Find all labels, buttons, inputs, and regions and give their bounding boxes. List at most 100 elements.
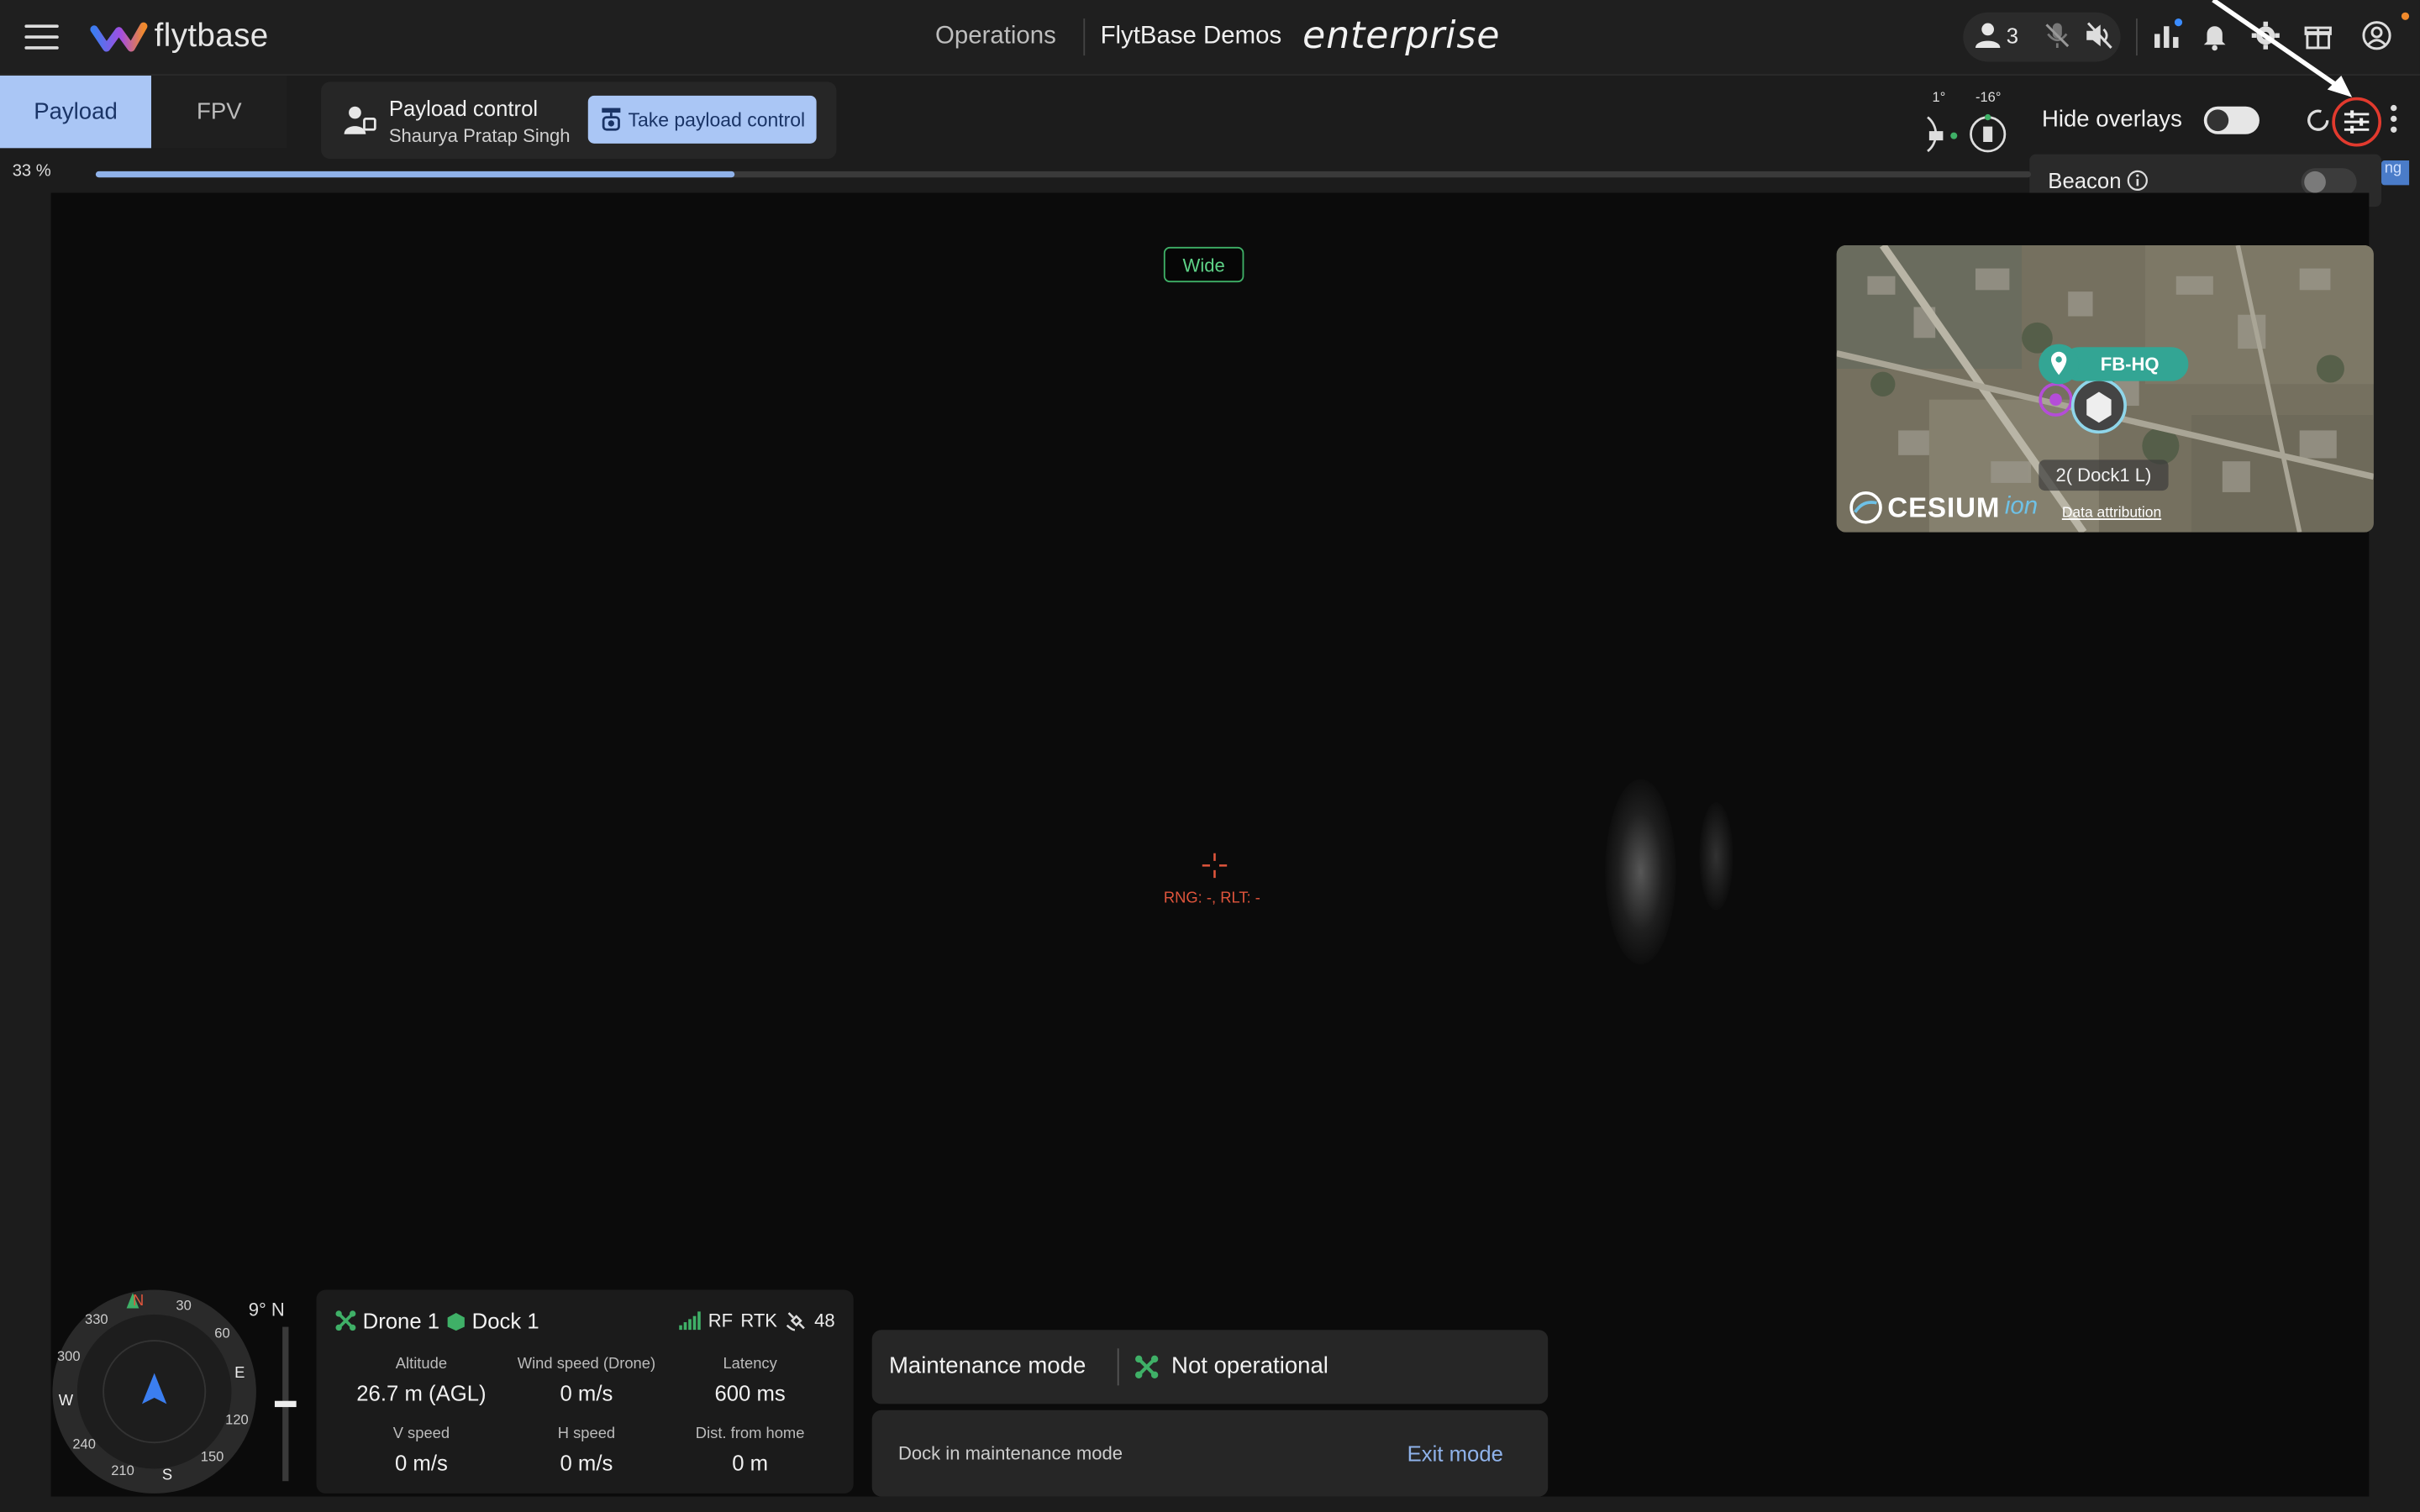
telemetry-value: 0 m/s: [394, 1450, 448, 1475]
speaker-off-icon[interactable]: [2084, 20, 2115, 51]
thermal-blob: [1699, 802, 1733, 911]
data-attribution-link[interactable]: Data attribution: [2062, 505, 2161, 522]
maintenance-title: Maintenance mode: [888, 1352, 1086, 1380]
maintenance-divider: [1117, 1348, 1119, 1386]
users-button[interactable]: 3: [1974, 22, 2018, 48]
logo[interactable]: flytbase: [90, 17, 269, 57]
crosshair-icon: [1202, 853, 1228, 879]
maintenance-header: Maintenance mode Not operational: [871, 1330, 1549, 1404]
hide-overlays-label: Hide overlays: [2041, 106, 2182, 133]
cesium-icon: [1849, 491, 1882, 524]
gimbal-pitch: 1°: [1932, 89, 1946, 105]
telemetry-value: 0 m/s: [560, 1450, 613, 1475]
flytbase-logo-icon: [90, 22, 148, 52]
range-readout: RNG: -, RLT: -: [1163, 890, 1260, 907]
telemetry-key: Dist. from home: [695, 1425, 805, 1443]
beacon-label: Beacon: [2048, 168, 2122, 193]
lens-wide-button[interactable]: Wide: [1163, 246, 1244, 283]
telemetry-wind: Wind speed (Drone) 0 m/s: [502, 1356, 671, 1405]
camera-pitch-icon: [1927, 116, 1958, 153]
compass-e: E: [234, 1365, 245, 1383]
telemetry-value: 0 m: [732, 1450, 769, 1475]
compass-n: N: [132, 1293, 145, 1310]
clipped-tag[interactable]: ng: [2381, 160, 2410, 186]
compass-s: S: [161, 1467, 173, 1484]
telemetry-key: H speed: [557, 1425, 616, 1443]
view-tabs: Payload FPV: [0, 75, 287, 149]
drone-icon: [1135, 1354, 1159, 1378]
account-icon[interactable]: [2361, 20, 2392, 51]
telemetry-vspeed: V speed 0 m/s: [336, 1425, 506, 1475]
progress-bar: [95, 171, 2032, 178]
beacon-label-group: Beacon: [2048, 168, 2149, 193]
telemetry-key: Altitude: [395, 1356, 448, 1373]
nav-operations[interactable]: Operations: [935, 24, 1056, 51]
top-bar: flytbase Operations FlytBase Demos enter…: [0, 0, 2420, 76]
heading-readout: 9° N: [248, 1299, 285, 1321]
users-icon: [1975, 23, 2001, 48]
more-options-icon[interactable]: [2391, 104, 2397, 136]
telemetry-latency: Latency 600 ms: [666, 1356, 835, 1405]
dock-icon: [447, 1312, 465, 1331]
org-name[interactable]: FlytBase Demos: [1101, 24, 1282, 51]
telemetry-key: V speed: [392, 1425, 450, 1443]
annotation-arrow: [2212, 0, 2353, 97]
take-payload-control-label: Take payload control: [628, 108, 806, 131]
dock-name: Dock 1: [471, 1308, 539, 1333]
compass-tick: 30: [176, 1297, 192, 1314]
progress-percent: 33 %: [12, 161, 51, 181]
satellite-count: 48: [814, 1310, 835, 1332]
telemetry-header: Drone 1 Dock 1: [335, 1309, 539, 1333]
cesium-text: CESIUM: [1887, 491, 2001, 522]
telemetry-distance: Dist. from home 0 m: [666, 1425, 835, 1475]
altitude-slider-handle[interactable]: [274, 1400, 297, 1408]
edition-label: enterprise: [1302, 13, 1501, 57]
hide-overlays-toggle[interactable]: [2203, 106, 2260, 134]
signal-icon: [678, 1311, 701, 1331]
menu-icon[interactable]: [24, 24, 59, 52]
app-root: flytbase Operations FlytBase Demos enter…: [0, 0, 2420, 1512]
telemetry-key: Latency: [723, 1356, 777, 1373]
telemetry-altitude: Altitude 26.7 m (AGL): [336, 1356, 506, 1405]
maintenance-status-text: Not operational: [1171, 1352, 1328, 1380]
info-icon[interactable]: [2128, 170, 2149, 192]
beacon-toggle[interactable]: [2301, 168, 2357, 197]
compass-tick: 210: [111, 1462, 134, 1478]
account-badge: [2401, 12, 2410, 20]
drone-yaw-icon: [1970, 113, 2007, 153]
thermal-blob: [1605, 779, 1676, 964]
cesium-ion-text: ion: [2004, 493, 2039, 520]
logo-text: flytbase: [154, 18, 269, 55]
refresh-icon[interactable]: [2306, 107, 2330, 134]
compass-w: W: [58, 1393, 74, 1410]
tab-payload[interactable]: Payload: [0, 75, 151, 149]
compass-tick: 300: [56, 1348, 81, 1364]
cesium-logo[interactable]: CESIUM ion: [1849, 491, 2038, 524]
mic-off-icon[interactable]: [2042, 20, 2073, 51]
gimbal-indicator: 1° -16°: [1920, 90, 2012, 158]
rf-label: RF: [708, 1310, 734, 1332]
nav-divider: [1083, 18, 1086, 56]
telemetry-card: Drone 1 Dock 1 RF RTK 48 Altitude 26.7 m …: [316, 1289, 854, 1494]
maintenance-body: Dock in maintenance mode Exit mode: [871, 1410, 1549, 1497]
telemetry-value: 600 ms: [714, 1380, 786, 1406]
payload-control-card: Payload control Shaurya Pratap Singh Tak…: [321, 81, 837, 160]
sliders-icon: [2344, 110, 2370, 134]
gimbal-icon: [602, 108, 621, 131]
compass-tick: 120: [225, 1411, 249, 1427]
compass-tick: 60: [214, 1325, 230, 1341]
rtk-label: RTK: [740, 1310, 778, 1332]
gimbal-yaw: -16°: [1975, 89, 2002, 105]
telemetry-value: 26.7 m (AGL): [356, 1380, 487, 1406]
site-marker-label: FB-HQ: [2100, 353, 2160, 375]
tab-fpv[interactable]: FPV: [150, 75, 287, 149]
toggle-knob: [2304, 171, 2326, 193]
telemetry-key: Wind speed (Drone): [517, 1356, 656, 1373]
drone-icon: [335, 1310, 356, 1331]
compass-tick: 330: [85, 1311, 108, 1327]
take-payload-control-button[interactable]: Take payload control: [587, 95, 817, 144]
exit-mode-button[interactable]: Exit mode: [1407, 1441, 1503, 1465]
maintenance-status: Not operational: [1134, 1353, 1328, 1379]
users-count: 3: [2006, 22, 2019, 48]
toggle-knob: [2207, 109, 2229, 132]
